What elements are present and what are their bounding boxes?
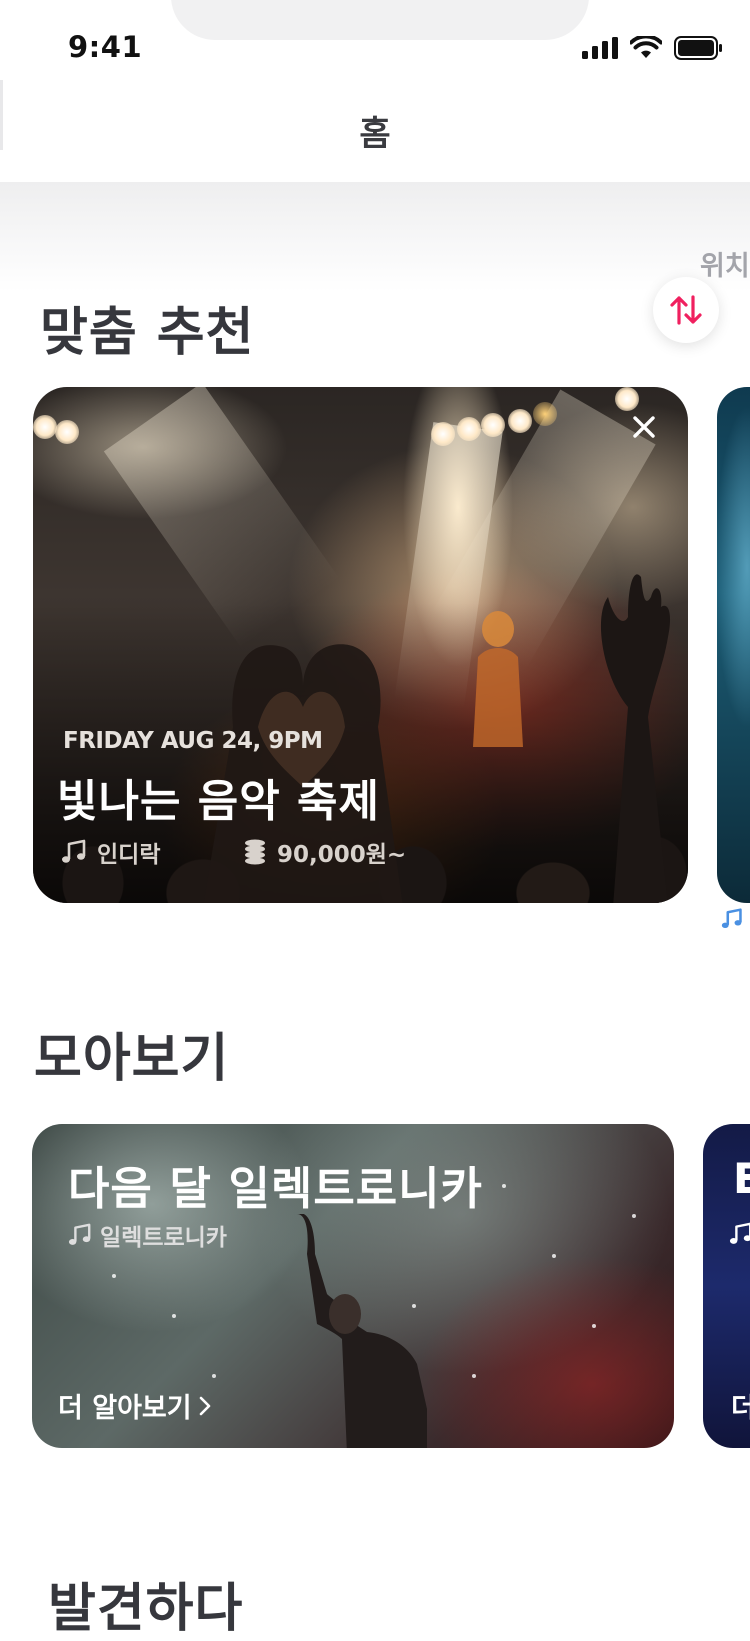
wifi-icon — [630, 36, 662, 58]
event-price: 90,000원~ — [243, 835, 406, 869]
stage-light — [533, 402, 557, 426]
particle — [592, 1324, 596, 1328]
collection-card[interactable]: 다음 달 일렉트로니카 일렉트로니카 더 알아보기 — [32, 1124, 674, 1448]
app-header: 홈 — [0, 80, 750, 180]
performer-silhouette — [473, 611, 523, 747]
next-collection-cta: 더 — [731, 1393, 750, 1424]
event-genre: 인디락 — [61, 835, 160, 869]
collection-title: 다음 달 일렉트로니카 — [68, 1162, 483, 1215]
learn-more-link[interactable]: 더 알아보기 — [58, 1386, 212, 1425]
music-note-icon — [62, 839, 86, 863]
performer-silhouette — [297, 1214, 427, 1448]
device-notch — [171, 0, 589, 40]
next-card-genre — [721, 908, 743, 934]
next-collection-genre — [729, 1222, 750, 1250]
collection-genre: 일렉트로니카 — [68, 1218, 227, 1252]
particle — [212, 1374, 216, 1378]
stage-light — [33, 415, 57, 439]
event-title: 빛나는 음악 축제 — [57, 776, 380, 827]
section-title-collections: 모아보기 — [34, 1029, 230, 1089]
music-note-icon — [729, 1222, 750, 1244]
section-title-discover: 발견하다 — [48, 1579, 244, 1639]
status-time: 9:41 — [68, 30, 143, 64]
header-shadow — [0, 182, 750, 292]
particle — [502, 1184, 506, 1188]
event-genre-label: 인디락 — [97, 842, 161, 868]
cellular-signal-icon — [582, 37, 618, 59]
chevron-right-icon — [199, 1396, 210, 1415]
event-price-label: 90,000원~ — [277, 842, 407, 868]
section-title-recommended: 맞춤 추천 — [40, 303, 255, 363]
close-icon — [633, 416, 655, 438]
music-note-icon — [68, 1223, 91, 1245]
next-collection-card[interactable]: E 더 — [703, 1124, 750, 1448]
particle — [552, 1254, 556, 1258]
music-note-icon — [721, 908, 742, 929]
recommended-event-card[interactable]: FRIDAY AUG 24, 9PM 빛나는 음악 축제 인디락 90,000원… — [33, 387, 688, 903]
stage-light — [431, 422, 455, 446]
coins-icon — [245, 839, 265, 865]
next-recommended-card[interactable] — [717, 387, 750, 903]
stage-light — [481, 413, 505, 437]
stage-light — [55, 420, 79, 444]
sort-arrows-icon — [670, 295, 702, 325]
particle — [632, 1214, 636, 1218]
stage-light — [457, 417, 481, 441]
collection-genre-label: 일렉트로니카 — [100, 1225, 227, 1251]
particle — [472, 1374, 476, 1378]
raised-hand-silhouette — [600, 574, 670, 903]
page-title: 홈 — [359, 114, 391, 154]
battery-icon — [674, 36, 722, 60]
learn-more-label: 더 알아보기 — [58, 1393, 192, 1424]
location-label[interactable]: 위치 — [700, 244, 750, 283]
particle — [112, 1274, 116, 1278]
particle — [172, 1314, 176, 1318]
dismiss-card-button[interactable] — [624, 407, 664, 447]
event-date: FRIDAY AUG 24, 9PM — [63, 728, 323, 754]
stage-light — [508, 409, 532, 433]
next-collection-title: E — [733, 1154, 750, 1203]
status-icons — [582, 36, 724, 60]
sort-button[interactable] — [653, 277, 719, 343]
